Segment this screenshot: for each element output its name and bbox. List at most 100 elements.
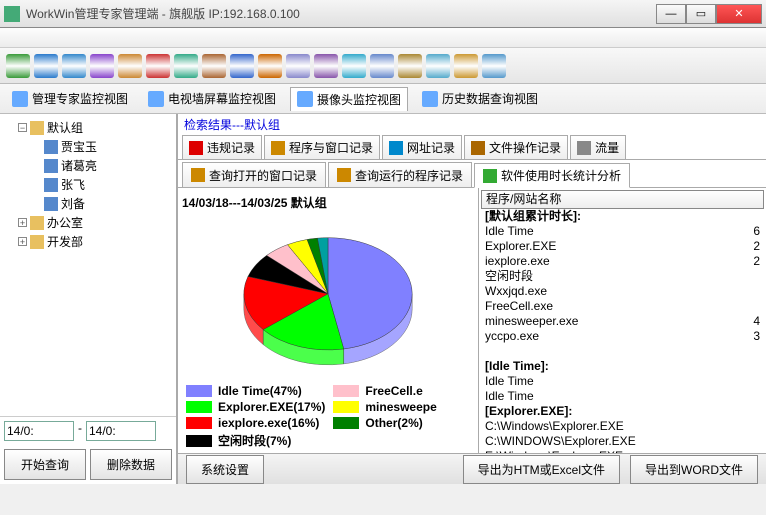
list-item[interactable]: Idle Time	[481, 374, 764, 389]
toolbar-icon-6[interactable]	[174, 54, 198, 78]
maximize-button[interactable]: ▭	[686, 4, 716, 24]
system-settings-button[interactable]: 系统设置	[186, 455, 264, 484]
toolbar-icon-11[interactable]	[314, 54, 338, 78]
toolbar-icon-0[interactable]	[6, 54, 30, 78]
record-tab[interactable]: 流量	[570, 135, 626, 159]
legend-item: Other(2%)	[333, 416, 470, 430]
chart-legend: Idle Time(47%)FreeCell.eExplorer.EXE(17%…	[182, 384, 474, 449]
toolbar-icon-9[interactable]	[258, 54, 282, 78]
expand-icon[interactable]: +	[18, 237, 27, 246]
toolbar-icon-17[interactable]	[482, 54, 506, 78]
close-button[interactable]: ✕	[716, 4, 762, 24]
legend-swatch	[186, 435, 212, 447]
date-to[interactable]	[86, 421, 156, 441]
tab-icon	[471, 141, 485, 155]
toolbar-icon-4[interactable]	[118, 54, 142, 78]
legend-item: 空闲时段(7%)	[186, 432, 325, 449]
list-item[interactable]: yccpo.exe3	[481, 329, 764, 344]
record-tab[interactable]: 网址记录	[382, 135, 462, 159]
collapse-icon[interactable]: −	[18, 123, 27, 132]
tab-icon	[148, 91, 164, 107]
list-item[interactable]: Idle Time	[481, 389, 764, 404]
toolbar-icon-10[interactable]	[286, 54, 310, 78]
toolbar-icon-16[interactable]	[454, 54, 478, 78]
view-tabs: 管理专家监控视图电视墙屏幕监控视图摄像头监控视图历史数据查询视图	[0, 84, 766, 114]
group-icon	[30, 235, 44, 249]
tree-item[interactable]: 张飞	[61, 176, 85, 193]
toolbar-icon-8[interactable]	[230, 54, 254, 78]
start-query-button[interactable]: 开始查询	[4, 449, 86, 480]
tab-icon	[577, 141, 591, 155]
view-tab[interactable]: 电视墙屏幕监控视图	[142, 87, 282, 110]
record-tabs: 违规记录程序与窗口记录网址记录文件操作记录流量	[178, 135, 766, 160]
tree-item[interactable]: 刘备	[61, 195, 85, 212]
list-header[interactable]: 程序/网站名称	[481, 190, 764, 209]
record-tab[interactable]: 文件操作记录	[464, 135, 568, 159]
list-item[interactable]: iexplore.exe2	[481, 254, 764, 269]
tree-group[interactable]: 办公室	[47, 214, 83, 231]
toolbar-icon-1[interactable]	[34, 54, 58, 78]
delete-data-button[interactable]: 删除数据	[90, 449, 172, 480]
tree-item[interactable]: 诸葛亮	[61, 157, 97, 174]
chart-area: 14/03/18---14/03/25 默认组 Idle Time(47%)Fr…	[178, 188, 478, 453]
tree-group[interactable]: 开发部	[47, 233, 83, 250]
tab-icon	[191, 168, 205, 182]
view-tab[interactable]: 摄像头监控视图	[290, 87, 408, 111]
list-item[interactable]: 空闲时段	[481, 269, 764, 284]
tree-view[interactable]: − 默认组 贾宝玉诸葛亮张飞刘备 + 办公室 + 开发部	[0, 114, 176, 416]
toolbar-icon-13[interactable]	[370, 54, 394, 78]
sub-tab[interactable]: 软件使用时长统计分析	[474, 163, 630, 188]
legend-item: FreeCell.e	[333, 384, 470, 398]
tree-item[interactable]: 贾宝玉	[61, 138, 97, 155]
legend-item: iexplore.exe(16%)	[186, 416, 325, 430]
list-item[interactable]: minesweeper.exe4	[481, 314, 764, 329]
export-htm-excel-button[interactable]: 导出为HTM或Excel文件	[463, 455, 620, 484]
computer-icon	[44, 159, 58, 173]
toolbar-icon-14[interactable]	[398, 54, 422, 78]
legend-swatch	[186, 385, 212, 397]
list-item[interactable]: FreeCell.exe	[481, 299, 764, 314]
tree-root[interactable]: 默认组	[47, 119, 83, 136]
view-tab[interactable]: 历史数据查询视图	[416, 87, 544, 110]
expand-icon[interactable]: +	[18, 218, 27, 227]
toolbar-icon-7[interactable]	[202, 54, 226, 78]
tab-icon	[422, 91, 438, 107]
toolbar-icon-12[interactable]	[342, 54, 366, 78]
computer-icon	[44, 178, 58, 192]
toolbar-icon-3[interactable]	[90, 54, 114, 78]
list-group-title: [默认组累计时长]:	[481, 209, 764, 224]
toolbar-icon-2[interactable]	[62, 54, 86, 78]
export-word-button[interactable]: 导出到WORD文件	[630, 455, 758, 484]
record-tab[interactable]: 违规记录	[182, 135, 262, 159]
tab-icon	[483, 169, 497, 183]
view-tab[interactable]: 管理专家监控视图	[6, 87, 134, 110]
menu-bar[interactable]	[0, 28, 766, 48]
sub-tab[interactable]: 查询打开的窗口记录	[182, 162, 326, 187]
legend-swatch	[186, 417, 212, 429]
list-item[interactable]: Explorer.EXE2	[481, 239, 764, 254]
toolbar	[0, 48, 766, 84]
legend-swatch	[186, 401, 212, 413]
legend-swatch	[333, 385, 359, 397]
minimize-button[interactable]: ―	[656, 4, 686, 24]
window-controls: ― ▭ ✕	[656, 4, 762, 24]
tab-icon	[389, 141, 403, 155]
program-list[interactable]: 程序/网站名称[默认组累计时长]:Idle Time6Explorer.EXE2…	[478, 188, 766, 453]
content-panel: 检索结果---默认组 违规记录程序与窗口记录网址记录文件操作记录流量 查询打开的…	[178, 114, 766, 484]
toolbar-icon-5[interactable]	[146, 54, 170, 78]
legend-item: Explorer.EXE(17%)	[186, 400, 325, 414]
group-icon	[30, 216, 44, 230]
list-item[interactable]: C:\Windows\Explorer.EXE	[481, 419, 764, 434]
date-from[interactable]	[4, 421, 74, 441]
list-group-title: [Idle Time]:	[481, 359, 764, 374]
computer-icon	[44, 140, 58, 154]
tab-icon	[297, 91, 313, 107]
search-result-label: 检索结果---默认组	[178, 114, 766, 135]
sidebar: −默认组 贾宝玉诸葛亮张飞刘备 +办公室 +开发部 - 开始查询 删除数据	[0, 114, 178, 484]
record-tab[interactable]: 程序与窗口记录	[264, 135, 380, 159]
list-item[interactable]: Wxxjqd.exe	[481, 284, 764, 299]
toolbar-icon-15[interactable]	[426, 54, 450, 78]
list-item[interactable]: C:\WINDOWS\Explorer.EXE	[481, 434, 764, 449]
list-item[interactable]: Idle Time6	[481, 224, 764, 239]
sub-tab[interactable]: 查询运行的程序记录	[328, 162, 472, 187]
